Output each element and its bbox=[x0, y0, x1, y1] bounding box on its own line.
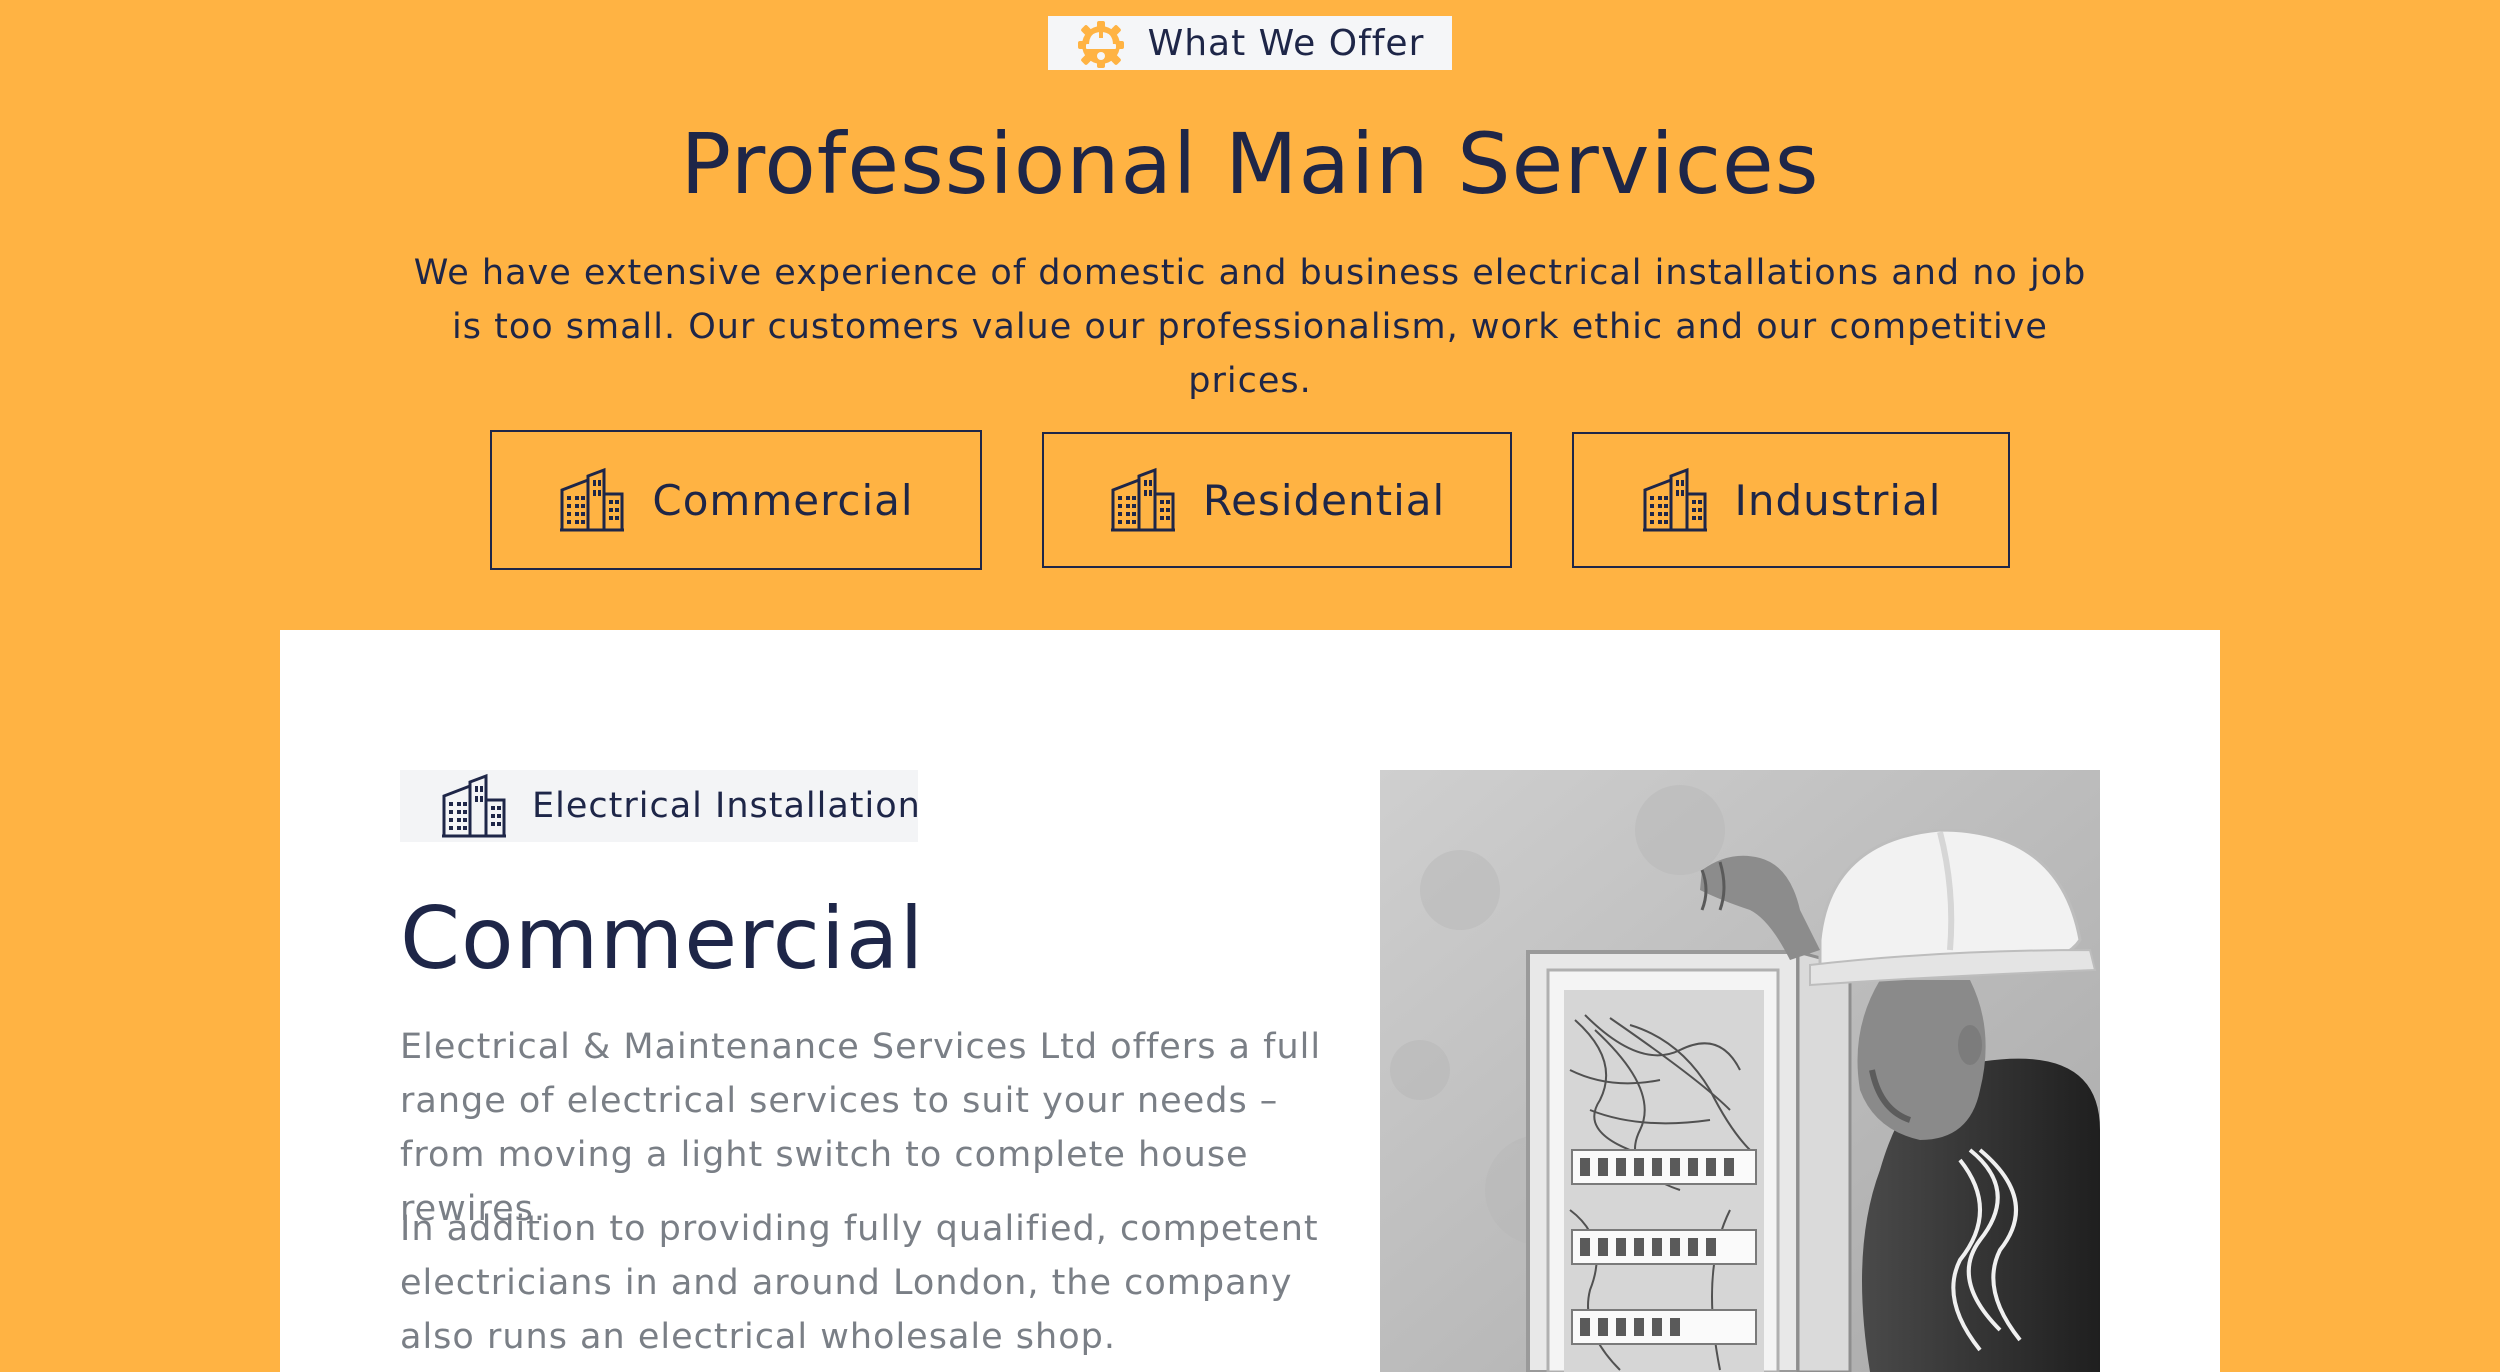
tab-label: Commercial bbox=[652, 475, 914, 525]
buildings-icon bbox=[1641, 466, 1709, 534]
buildings-icon bbox=[440, 772, 508, 840]
section-badge: What We Offer bbox=[1048, 16, 1452, 70]
category-tag-label: Electrical Installation bbox=[532, 786, 921, 826]
tab-commercial[interactable]: Commercial bbox=[490, 430, 982, 570]
service-panel: Electrical Installation Commercial Elect… bbox=[280, 630, 2220, 1372]
tab-label: Industrial bbox=[1734, 475, 1942, 525]
tab-residential[interactable]: Residential bbox=[1042, 432, 1512, 568]
tab-industrial[interactable]: Industrial bbox=[1572, 432, 2010, 568]
panel-heading: Commercial bbox=[400, 889, 925, 989]
section-badge-label: What We Offer bbox=[1147, 22, 1425, 64]
intro-text: We have extensive experience of domestic… bbox=[413, 253, 2087, 401]
electrician-photo bbox=[1380, 770, 2100, 1372]
helmet-gear-icon bbox=[1076, 18, 1126, 68]
buildings-icon bbox=[558, 466, 626, 534]
buildings-icon bbox=[1109, 466, 1177, 534]
category-tag: Electrical Installation bbox=[400, 770, 921, 842]
page-title: Professional Main Services bbox=[680, 115, 1820, 213]
panel-paragraph: In addition to providing fully qualified… bbox=[400, 1209, 1319, 1357]
tab-label: Residential bbox=[1202, 475, 1446, 525]
